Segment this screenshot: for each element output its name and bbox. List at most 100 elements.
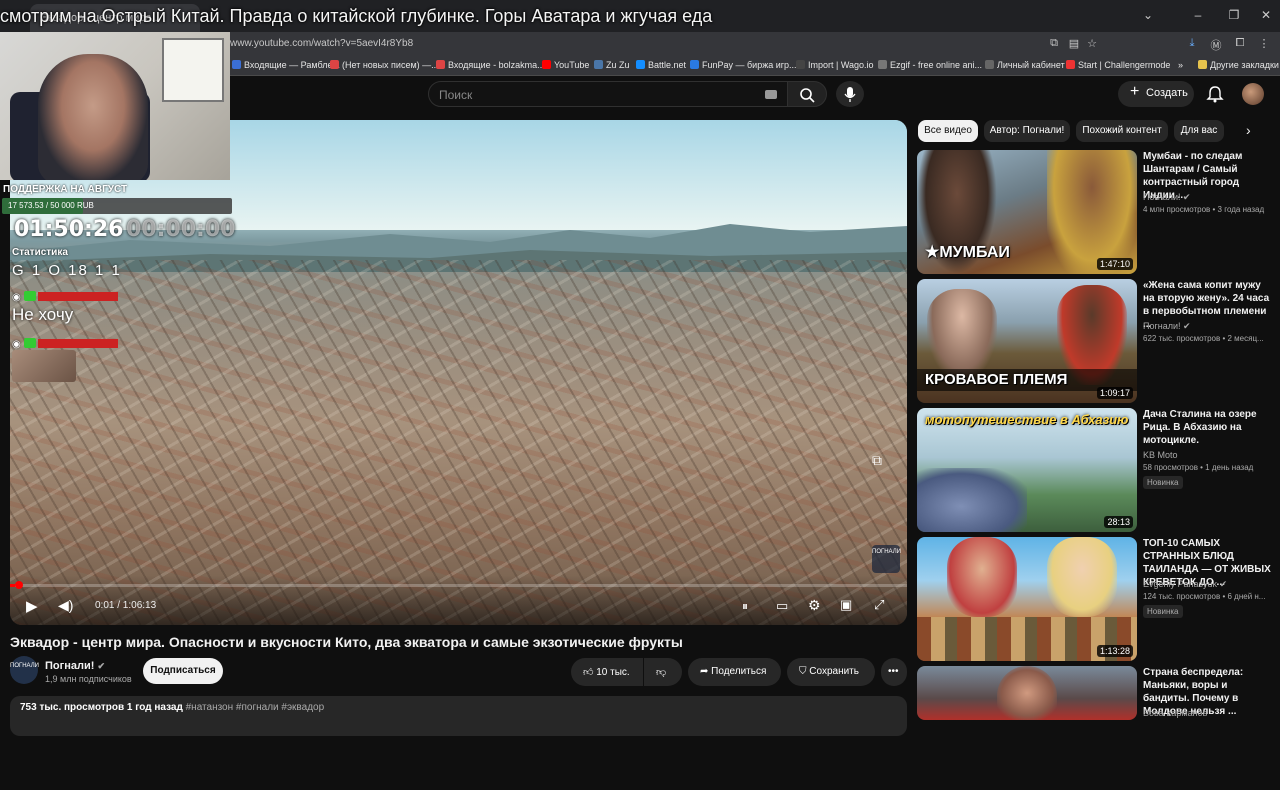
recommendation-thumbnail[interactable]: ★МУМБАИ 1:47:10 (917, 150, 1137, 274)
bookmark-folder[interactable]: Другие закладки (1198, 60, 1279, 70)
share-button[interactable]: ➦ Поделиться (688, 658, 781, 686)
bookmark-label: (Нет новых писем) —... (342, 60, 439, 70)
share-label: Поделиться (711, 666, 767, 677)
bookmark-star-icon[interactable]: ☆ (1084, 37, 1100, 50)
bookmarks-overflow-icon[interactable]: » (1178, 60, 1183, 70)
miniplayer-overlay-icon[interactable]: ⧉ (872, 452, 882, 469)
save-button[interactable]: ⛉ Сохранить (787, 658, 875, 686)
recommendation-meta: 4 млн просмотров • 3 года назад (1143, 205, 1265, 214)
like-count: 10 тыс. (596, 667, 630, 678)
verified-check-icon: ✔ (1183, 192, 1191, 202)
bookmark-item[interactable]: Start | Challengermode (1066, 60, 1170, 70)
fullscreen-icon[interactable]: ⤢ (874, 597, 884, 613)
extensions-icon[interactable]: ⧠ (1232, 37, 1248, 50)
account-avatar[interactable] (1242, 83, 1264, 105)
views-and-date: 753 тыс. просмотров 1 год назад (20, 702, 183, 713)
close-icon[interactable]: ✕ (1256, 8, 1276, 22)
bookmark-label: Входящие - bolzakma... (448, 60, 545, 70)
subscribe-button[interactable]: Подписаться (143, 658, 223, 684)
minimize-icon[interactable]: – (1188, 8, 1208, 22)
download-icon[interactable]: ⤓ (1184, 37, 1200, 50)
recommendation-channel-name: Погнали! (1143, 321, 1181, 331)
chat-username-redacted (38, 292, 119, 301)
recommendation-channel-name: Погнали! (1143, 192, 1181, 202)
profile-m-icon[interactable]: Ⓜ (1208, 37, 1224, 53)
cabinet-favicon (985, 60, 994, 69)
thumbnail-person (997, 666, 1057, 720)
save-label: Сохранить (809, 666, 859, 677)
autoplay-toggle-icon[interactable]: ⏸ (742, 599, 748, 614)
recommendation-meta: 58 просмотров • 1 день назад (1143, 463, 1254, 472)
subtitles-icon[interactable]: ▭ (776, 598, 788, 614)
tab-search-icon[interactable]: ⌄ (1138, 8, 1158, 22)
bookmark-icon: ⛉ (799, 666, 807, 677)
recommendation-title[interactable]: Дача Сталина на озере Рица. В Абхазию на… (1143, 408, 1273, 447)
share-arrow-icon: ➦ (700, 666, 709, 677)
notifications-bell-icon[interactable] (1205, 84, 1225, 104)
bookmark-item[interactable]: Ezgif - free online ani... (878, 60, 982, 70)
settings-gear-icon[interactable]: ⚙ (808, 597, 821, 614)
chat-sub-badge-icon (23, 291, 36, 301)
url-field[interactable]: www.youtube.com/watch?v=5aevI4r8Yb8 (230, 38, 413, 49)
recommendation-thumbnail[interactable] (917, 666, 1137, 720)
recommendation-card[interactable]: 1:13:28 ТОП-10 САМЫХ СТРАННЫХ БЛЮД ТАИЛА… (917, 537, 1277, 661)
recommendation-card[interactable]: мотопутешествие в Абхазию 28:13 Дача Ста… (917, 408, 1277, 532)
hashtags[interactable]: #натанзон #погнали #эквадор (186, 702, 325, 713)
voice-search-button[interactable] (836, 81, 864, 107)
recommendation-card[interactable]: ★МУМБАИ 1:47:10 Мумбаи - по следам Шанта… (917, 150, 1277, 274)
like-button[interactable]: 👍︎ 10 тыс. (571, 658, 643, 686)
keyboard-icon[interactable] (765, 90, 777, 99)
bookmark-item[interactable]: Zu Zu (594, 60, 630, 70)
recommendation-channel[interactable]: Погнали! ✔ (1143, 321, 1191, 332)
search-button[interactable] (787, 81, 827, 107)
reader-mode-icon[interactable]: ▤ (1066, 37, 1082, 50)
verified-check-icon: ✔ (97, 661, 105, 671)
bookmark-item[interactable]: FunPay — биржа игр... (690, 60, 797, 70)
miniplayer-icon[interactable]: ▣ (840, 597, 852, 613)
maximize-icon[interactable]: ❐ (1224, 8, 1244, 22)
create-button[interactable]: + Создать (1118, 81, 1194, 107)
chip-for-you[interactable]: Для вас (1174, 120, 1224, 142)
chip-related[interactable]: Похожий контент (1076, 120, 1168, 142)
menu-dots-icon[interactable]: ⋮ (1256, 37, 1272, 50)
channel-name-text: Погнали! (45, 660, 95, 672)
bookmark-item[interactable]: Входящие - bolzakma... (436, 60, 545, 70)
recommendation-channel[interactable]: Вова Карманов (1143, 708, 1207, 718)
more-actions-button[interactable]: ••• (881, 658, 907, 686)
recommendation-thumbnail[interactable]: мотопутешествие в Абхазию 28:13 (917, 408, 1137, 532)
play-icon[interactable]: ▶ (26, 597, 38, 615)
recommendation-thumbnail[interactable]: КРОВАВОЕ ПЛЕМЯ 1:09:17 (917, 279, 1137, 403)
recommendation-channel[interactable]: Evgeniy Panasyuk ✔ (1143, 579, 1227, 590)
chat-username: ◉ (12, 338, 119, 350)
bookmark-item[interactable]: Import | Wago.io (796, 60, 874, 70)
secondary-timer: 00:00:00 (126, 217, 236, 242)
bookmark-item[interactable]: Battle.net (636, 60, 686, 70)
recommendation-thumbnail[interactable]: 1:13:28 (917, 537, 1137, 661)
recommendation-meta: 124 тыс. просмотров • 6 дней н... (1143, 592, 1266, 601)
create-label: Создать (1146, 87, 1188, 99)
progress-bar[interactable] (10, 584, 907, 587)
bookmark-label: FunPay — биржа игр... (702, 60, 797, 70)
bookmark-item[interactable]: Входящие — Рамбле... (232, 60, 340, 70)
chips-next-chevron-icon[interactable]: › (1246, 122, 1251, 138)
bookmark-item[interactable]: (Нет новых писем) —... (330, 60, 439, 70)
install-app-icon[interactable]: ⧉ (1046, 37, 1062, 50)
dislike-button[interactable]: 👎︎ (644, 658, 682, 686)
chip-author[interactable]: Автор: Погнали! (984, 120, 1070, 142)
bookmark-item[interactable]: YouTube (542, 60, 589, 70)
bookmark-label: Battle.net (648, 60, 687, 70)
challengermode-favicon (1066, 60, 1075, 69)
channel-name[interactable]: Погнали! ✔ (45, 660, 105, 672)
recommendation-card[interactable]: КРОВАВОЕ ПЛЕМЯ 1:09:17 «Жена сама копит … (917, 279, 1277, 403)
bookmark-label: Import | Wago.io (808, 60, 874, 70)
chip-all-videos[interactable]: Все видео (918, 120, 978, 142)
channel-watermark[interactable]: ПОГНАЛИ (872, 545, 901, 573)
recommendation-channel[interactable]: Погнали! ✔ (1143, 192, 1191, 203)
progress-scrubber[interactable] (15, 581, 23, 589)
search-input[interactable]: Поиск (428, 81, 788, 107)
channel-avatar[interactable]: ПОГНАЛИ (10, 656, 39, 684)
bookmark-item[interactable]: Личный кабинет (985, 60, 1065, 70)
recommendation-card[interactable]: Страна беспредела: Маньяки, воры и банди… (917, 666, 1277, 790)
volume-icon[interactable]: ◀) (58, 597, 73, 614)
recommendation-channel[interactable]: KB Moto (1143, 450, 1178, 460)
